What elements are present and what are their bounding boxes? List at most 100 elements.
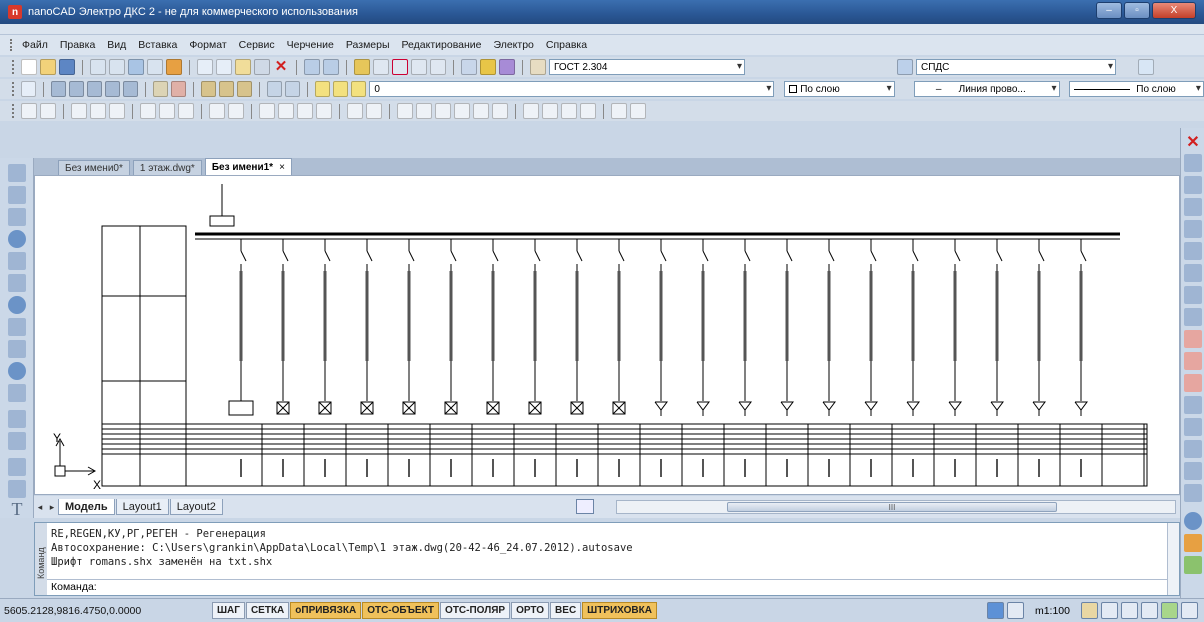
paste-icon[interactable] bbox=[235, 59, 251, 75]
angle-icon[interactable] bbox=[153, 81, 169, 97]
calculation-icon[interactable] bbox=[397, 103, 413, 119]
eraser-icon[interactable] bbox=[499, 59, 515, 75]
viewport-icon[interactable] bbox=[1006, 602, 1024, 619]
layer-combo[interactable]: 0 bbox=[369, 81, 775, 97]
linetype-combo[interactable]: – Линия прово... bbox=[913, 81, 1060, 97]
command-input[interactable]: Команда: bbox=[47, 579, 1167, 595]
point-tool-icon[interactable] bbox=[8, 458, 26, 476]
switch-icon[interactable] bbox=[259, 103, 275, 119]
arrow-icon[interactable] bbox=[171, 81, 187, 97]
fillet-tool-icon[interactable] bbox=[1184, 418, 1202, 436]
ortho-toggle[interactable]: ОРТО bbox=[511, 602, 550, 619]
lineweight-combo[interactable]: По слою bbox=[1069, 81, 1204, 97]
network-icon[interactable] bbox=[316, 103, 332, 119]
schema-icon[interactable] bbox=[21, 103, 37, 119]
publish-icon[interactable] bbox=[128, 59, 144, 75]
annotation-scale[interactable]: m1:100 bbox=[1027, 605, 1078, 617]
menu-insert[interactable]: Вставка bbox=[138, 39, 177, 51]
menu-modify[interactable]: Редактирование bbox=[402, 39, 482, 51]
menu-electro[interactable]: Электро bbox=[494, 39, 534, 51]
color-combo[interactable]: По слою bbox=[784, 81, 895, 97]
layout-next-icon[interactable]: ▸ bbox=[46, 502, 58, 513]
plus-icon[interactable] bbox=[123, 81, 139, 97]
zoom-extents-icon[interactable] bbox=[430, 59, 446, 75]
app-icon[interactable]: n bbox=[8, 5, 22, 19]
grid-icon[interactable] bbox=[435, 103, 451, 119]
menu-draw[interactable]: Черчение bbox=[287, 39, 334, 51]
chamfer-tool-icon[interactable] bbox=[1184, 396, 1202, 414]
maximize-button[interactable]: ▫ bbox=[1124, 2, 1150, 19]
sun-icon[interactable] bbox=[333, 81, 349, 97]
menu-edit[interactable]: Правка bbox=[60, 39, 95, 51]
undo-icon[interactable] bbox=[304, 59, 320, 75]
report-icon[interactable] bbox=[347, 103, 363, 119]
refresh-icon[interactable] bbox=[1161, 602, 1178, 619]
layer-tools-icon[interactable] bbox=[237, 81, 253, 97]
zoom-window-status-icon[interactable] bbox=[1121, 602, 1138, 619]
properties-tool-icon[interactable] bbox=[1184, 534, 1202, 552]
break-tool-icon[interactable] bbox=[1184, 374, 1202, 392]
toolbar-grip[interactable] bbox=[12, 82, 15, 96]
snap-toggle[interactable]: ШАГ bbox=[212, 602, 245, 619]
text-tool-icon[interactable]: T bbox=[8, 500, 26, 518]
circle-icon[interactable] bbox=[87, 81, 103, 97]
open-file-icon[interactable] bbox=[40, 59, 56, 75]
search-status-icon[interactable] bbox=[1141, 602, 1158, 619]
grid-toggle[interactable]: СЕТКА bbox=[245, 602, 290, 619]
polygon-tool-icon[interactable] bbox=[8, 230, 26, 248]
ellipse-tool-icon[interactable] bbox=[8, 362, 26, 380]
extend-tool-icon[interactable] bbox=[1184, 352, 1202, 370]
connector-icon[interactable] bbox=[228, 103, 244, 119]
construction-line-icon[interactable] bbox=[8, 208, 26, 226]
command-scrollbar[interactable] bbox=[1167, 523, 1179, 595]
layout-tab-1[interactable]: Layout1 bbox=[115, 499, 169, 515]
panel-icon[interactable] bbox=[71, 103, 87, 119]
make-block-tool-icon[interactable] bbox=[8, 410, 26, 428]
minimize-button[interactable]: – bbox=[1096, 2, 1122, 19]
otrack-toggle[interactable]: ОТС-ОБЪЕКТ bbox=[362, 602, 440, 619]
layout-tab-model[interactable]: Модель bbox=[58, 499, 115, 515]
hatch-tool-icon[interactable] bbox=[8, 432, 26, 450]
explode-tool-icon[interactable] bbox=[1184, 440, 1202, 458]
meter-icon[interactable] bbox=[297, 103, 313, 119]
layout-toggle-icon[interactable] bbox=[576, 499, 594, 514]
rectangle-tool-icon[interactable] bbox=[8, 252, 26, 270]
lengthen-tool-icon[interactable] bbox=[1184, 484, 1202, 502]
rotate-tool-icon[interactable] bbox=[1184, 264, 1202, 282]
zoom-previous-icon[interactable] bbox=[411, 59, 427, 75]
delete-icon[interactable]: ✕ bbox=[273, 59, 289, 75]
dim-style-combo[interactable]: СПДС bbox=[916, 59, 1116, 75]
export-icon[interactable] bbox=[166, 59, 182, 75]
breaker-icon[interactable] bbox=[278, 103, 294, 119]
orbit-tool-icon[interactable] bbox=[1184, 512, 1202, 530]
mirror-tool-icon[interactable] bbox=[1184, 176, 1202, 194]
zoom-icon[interactable] bbox=[1101, 602, 1118, 619]
toolbar-grip[interactable] bbox=[12, 104, 15, 118]
gear-icon[interactable] bbox=[473, 103, 489, 119]
chart-icon[interactable] bbox=[416, 103, 432, 119]
menu-view[interactable]: Вид bbox=[107, 39, 126, 51]
line-tool-icon[interactable] bbox=[8, 164, 26, 182]
copy-icon[interactable] bbox=[216, 59, 232, 75]
measure-icon[interactable] bbox=[461, 59, 477, 75]
move-tool-icon[interactable] bbox=[1184, 242, 1202, 260]
dimension-icon[interactable] bbox=[68, 81, 85, 97]
busbar-icon[interactable] bbox=[209, 103, 225, 119]
menu-format[interactable]: Формат bbox=[189, 39, 226, 51]
model-space-icon[interactable] bbox=[986, 602, 1004, 619]
doc-tab-0[interactable]: Без имени0* bbox=[58, 160, 130, 175]
text-style-combo[interactable]: ГОСТ 2.304 bbox=[549, 59, 745, 75]
print-icon[interactable] bbox=[90, 59, 106, 75]
zoom-realtime-icon[interactable] bbox=[373, 59, 389, 75]
menu-help[interactable]: Справка bbox=[546, 39, 587, 51]
text-style-icon[interactable] bbox=[530, 59, 546, 75]
polyline-tool-icon[interactable] bbox=[8, 186, 26, 204]
settings-icon[interactable] bbox=[454, 103, 470, 119]
check-icon[interactable] bbox=[523, 103, 539, 119]
insert-block-tool-icon[interactable] bbox=[8, 384, 26, 402]
print-preview-icon[interactable] bbox=[109, 59, 125, 75]
drawing-canvas[interactable]: Y X bbox=[34, 175, 1180, 495]
scale-tool-icon[interactable] bbox=[1184, 286, 1202, 304]
pencil-icon[interactable] bbox=[480, 59, 496, 75]
zoom-window-icon[interactable] bbox=[392, 59, 408, 75]
